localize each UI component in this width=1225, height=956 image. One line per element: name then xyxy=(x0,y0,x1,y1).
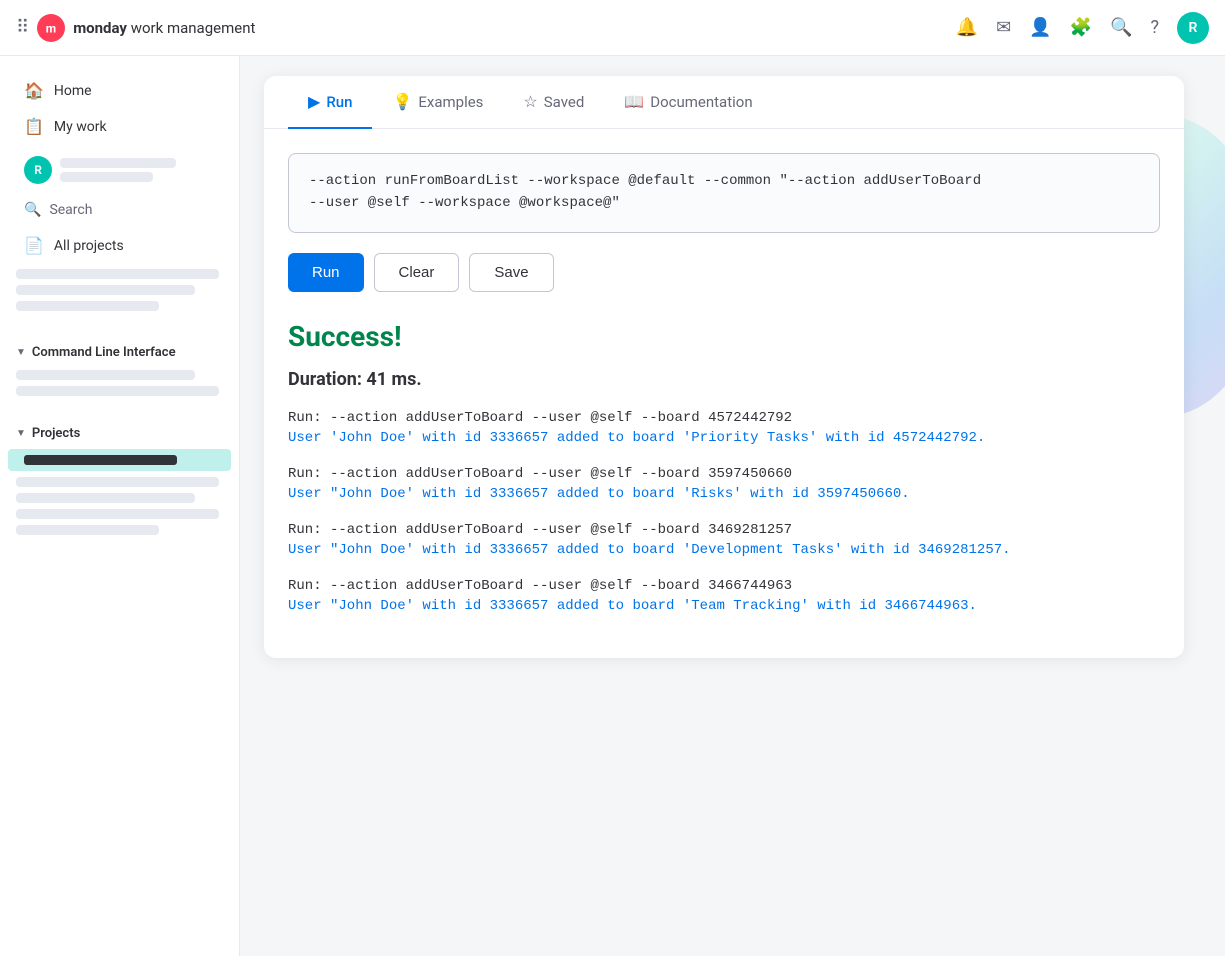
command-input-area[interactable]: --action runFromBoardList --workspace @d… xyxy=(288,153,1160,233)
projects-chevron-icon: ▼ xyxy=(16,428,26,439)
proj-skeleton-1 xyxy=(16,477,219,487)
tab-examples[interactable]: 💡 Examples xyxy=(372,76,503,129)
result-run-1: Run: --action addUserToBoard --user @sel… xyxy=(288,466,1160,482)
grid-icon[interactable]: ⠿ xyxy=(16,17,29,38)
result-run-3: Run: --action addUserToBoard --user @sel… xyxy=(288,578,1160,594)
puzzle-icon[interactable]: 🧩 xyxy=(1070,17,1092,38)
command-text: --action runFromBoardList --workspace @d… xyxy=(309,170,1139,215)
result-info-0: User 'John Doe' with id 3336657 added to… xyxy=(288,430,1160,446)
result-run-0: Run: --action addUserToBoard --user @sel… xyxy=(288,410,1160,426)
monday-logo-icon: m xyxy=(37,14,65,42)
tab-documentation[interactable]: 📖 Documentation xyxy=(604,76,772,129)
search-icon[interactable]: 🔍 xyxy=(1110,17,1132,38)
inbox-icon[interactable]: ✉ xyxy=(996,17,1011,38)
sidebar-item-allprojects[interactable]: 📄 All projects xyxy=(8,228,231,263)
active-project-item[interactable] xyxy=(8,449,231,471)
saved-tab-icon: ☆ xyxy=(523,92,537,111)
result-info-2: User "John Doe' with id 3336657 added to… xyxy=(288,542,1160,558)
cli-skeleton-1 xyxy=(16,370,195,380)
success-label: Success! xyxy=(288,320,1160,353)
mywork-label: My work xyxy=(54,119,107,135)
run-tab-icon: ▶ xyxy=(308,92,320,111)
cli-chevron-icon: ▼ xyxy=(16,347,26,358)
user-row: R xyxy=(8,148,231,192)
user-avatar[interactable]: R xyxy=(1177,12,1209,44)
sidebar: 🏠 Home 📋 My work R 🔍 Search 📄 All projec… xyxy=(0,56,240,956)
docs-tab-label: Documentation xyxy=(650,93,752,111)
run-tab-label: Run xyxy=(326,93,352,111)
main-card: ▶ Run 💡 Examples ☆ Saved 📖 Documentation xyxy=(264,76,1184,658)
home-icon: 🏠 xyxy=(24,81,44,100)
topbar-actions: 🔔 ✉ 👤 🧩 🔍 ? R xyxy=(956,12,1209,44)
tabs-bar: ▶ Run 💡 Examples ☆ Saved 📖 Documentation xyxy=(264,76,1184,129)
result-block-0: Run: --action addUserToBoard --user @sel… xyxy=(288,410,1160,446)
docs-tab-icon: 📖 xyxy=(624,92,644,111)
sidebar-item-mywork[interactable]: 📋 My work xyxy=(8,109,231,144)
tab-saved[interactable]: ☆ Saved xyxy=(503,76,604,129)
user-skeleton-group xyxy=(60,158,215,182)
cli-section-label: Command Line Interface xyxy=(32,345,176,360)
topbar: ⠿ m monday work management 🔔 ✉ 👤 🧩 🔍 ? R xyxy=(0,0,1225,56)
people-icon[interactable]: 👤 xyxy=(1029,17,1051,38)
proj-skeleton-3 xyxy=(16,509,219,519)
result-block-2: Run: --action addUserToBoard --user @sel… xyxy=(288,522,1160,558)
search-bar[interactable]: 🔍 Search xyxy=(8,196,231,224)
sidebar-avatar: R xyxy=(24,156,52,184)
result-block-3: Run: --action addUserToBoard --user @sel… xyxy=(288,578,1160,614)
search-bar-icon: 🔍 xyxy=(24,202,41,218)
projects-section-header[interactable]: ▼ Projects xyxy=(0,414,239,445)
skeleton-2 xyxy=(16,285,195,295)
result-info-3: User "John Doe' with id 3336657 added to… xyxy=(288,598,1160,614)
card-body: --action runFromBoardList --workspace @d… xyxy=(264,129,1184,658)
allprojects-icon: 📄 xyxy=(24,236,44,255)
saved-tab-label: Saved xyxy=(544,93,585,111)
skeleton-3 xyxy=(16,301,159,311)
active-project-bar xyxy=(24,455,177,465)
mywork-icon: 📋 xyxy=(24,117,44,136)
sidebar-item-home[interactable]: 🏠 Home xyxy=(8,73,231,108)
result-block-1: Run: --action addUserToBoard --user @sel… xyxy=(288,466,1160,502)
result-info-1: User "John Doe' with id 3336657 added to… xyxy=(288,486,1160,502)
examples-tab-icon: 💡 xyxy=(392,92,412,111)
run-button[interactable]: Run xyxy=(288,253,364,292)
svg-text:m: m xyxy=(46,21,56,35)
help-icon[interactable]: ? xyxy=(1150,17,1159,38)
brand-label: monday work management xyxy=(73,19,255,37)
main-content: ▶ Run 💡 Examples ☆ Saved 📖 Documentation xyxy=(240,56,1225,956)
home-label: Home xyxy=(54,83,92,99)
results-container: Run: --action addUserToBoard --user @sel… xyxy=(288,410,1160,614)
skeleton-1 xyxy=(16,269,219,279)
allprojects-label: All projects xyxy=(54,238,124,254)
search-bar-label: Search xyxy=(49,202,92,218)
cli-section-header[interactable]: ▼ Command Line Interface xyxy=(0,333,239,364)
bell-icon[interactable]: 🔔 xyxy=(956,17,978,38)
duration-label: Duration: 41 ms. xyxy=(288,369,1160,390)
tab-run[interactable]: ▶ Run xyxy=(288,76,372,129)
save-button[interactable]: Save xyxy=(469,253,553,292)
examples-tab-label: Examples xyxy=(418,93,483,111)
projects-section-label: Projects xyxy=(32,426,80,441)
proj-skeleton-2 xyxy=(16,493,195,503)
result-run-2: Run: --action addUserToBoard --user @sel… xyxy=(288,522,1160,538)
logo-area: ⠿ m monday work management xyxy=(16,14,255,42)
main-layout: 🏠 Home 📋 My work R 🔍 Search 📄 All projec… xyxy=(0,0,1225,956)
clear-button[interactable]: Clear xyxy=(374,253,460,292)
proj-skeleton-4 xyxy=(16,525,159,535)
action-buttons: Run Clear Save xyxy=(288,253,1160,292)
cli-skeleton-2 xyxy=(16,386,219,396)
